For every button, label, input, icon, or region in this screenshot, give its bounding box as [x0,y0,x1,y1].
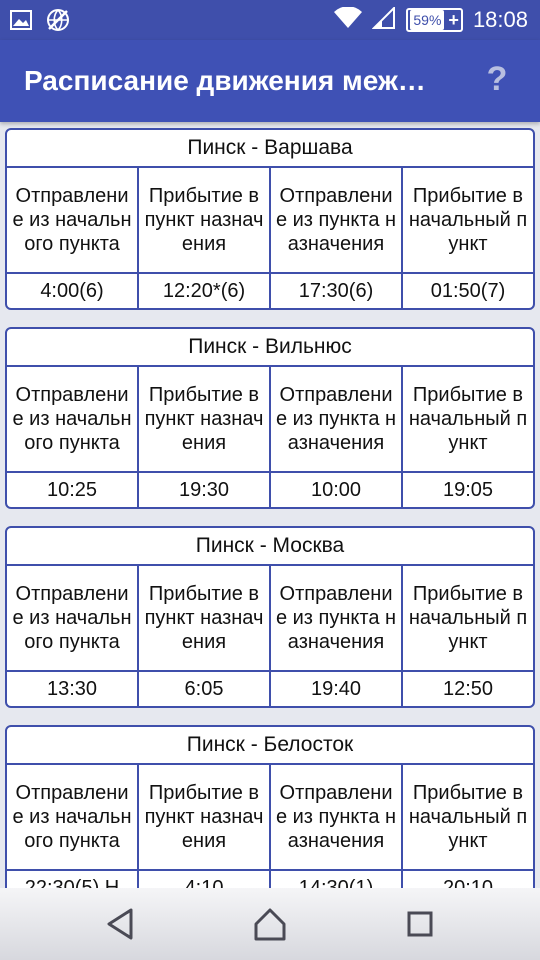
route-title: Пинск - Белосток [7,727,533,765]
time-value: 22:30(5) H [7,871,139,888]
navigation-bar [0,888,540,960]
route-title: Пинск - Вильнюс [7,329,533,367]
time-value: 13:30 [7,672,139,706]
time-value: 12:50 [442,678,494,700]
time-value: 10:00 [271,473,403,507]
column-label: Прибытие в пункт назначения [139,765,271,869]
column-label: Прибытие в начальный пункт [408,782,528,852]
column-label: Прибытие в пункт назначения [139,566,271,670]
time-value: 20:10 [442,877,494,888]
time-value: 19:05 [442,479,494,501]
clock: 18:08 [472,7,528,32]
column-label: Отправление из начального пункта [7,367,139,471]
time-value: 12:20*(6) [139,274,271,308]
help-icon[interactable]: ? [482,60,512,99]
home-icon[interactable] [252,906,288,942]
time-value: 10:25 [7,473,139,507]
time-value: 19:40 [271,672,403,706]
page-title: Расписание движения меж… [24,65,426,96]
time-value: 4:00(6) [7,274,139,308]
app-bar: Расписание движения меж… ? [0,40,540,122]
column-label: Прибытие в пункт назначения [139,168,271,272]
back-icon[interactable] [103,906,139,942]
wifi-icon [334,5,363,34]
time-value: 14:30(1) [271,871,403,888]
column-label: Прибытие в пункт назначения [139,367,271,471]
image-icon [10,10,32,35]
status-bar: 59% + 18:08 [0,0,540,40]
column-label: Отправление из пункта назначения [271,566,403,670]
time-value: 19:30 [139,473,271,507]
column-label: Отправление из начального пункта [7,765,139,869]
time-value: 01:50(7) [430,280,506,302]
time-value: 17:30(6) [271,274,403,308]
recents-icon[interactable] [402,906,438,942]
route-card: Пинск - Варшава Отправление из начальног… [5,128,535,310]
schedule-list[interactable]: Пинск - Варшава Отправление из начальног… [0,122,540,888]
signal-icon [371,5,396,34]
column-label: Отправление из пункта назначения [271,168,403,272]
column-label: Прибытие в начальный пункт [408,384,528,454]
globe-off-icon [46,8,70,37]
column-label: Отправление из пункта назначения [271,765,403,869]
column-label: Отправление из пункта назначения [271,367,403,471]
column-label: Прибытие в начальный пункт [408,185,528,255]
route-title: Пинск - Москва [7,528,533,566]
column-label: Отправление из начального пункта [7,566,139,670]
charging-icon: + [448,10,459,30]
time-value: 6:05 [139,672,271,706]
column-label: Прибытие в начальный пункт [408,583,528,653]
route-card: Пинск - Вильнюс Отправление из начальног… [5,327,535,509]
route-card: Пинск - Москва Отправление из начального… [5,526,535,708]
route-card: Пинск - Белосток Отправление из начально… [5,725,535,888]
battery-percent: 59% [410,10,445,30]
time-value: 4:10 [139,871,271,888]
column-label: Отправление из начального пункта [7,168,139,272]
battery-indicator: 59% + [406,8,463,32]
route-title: Пинск - Варшава [7,130,533,168]
